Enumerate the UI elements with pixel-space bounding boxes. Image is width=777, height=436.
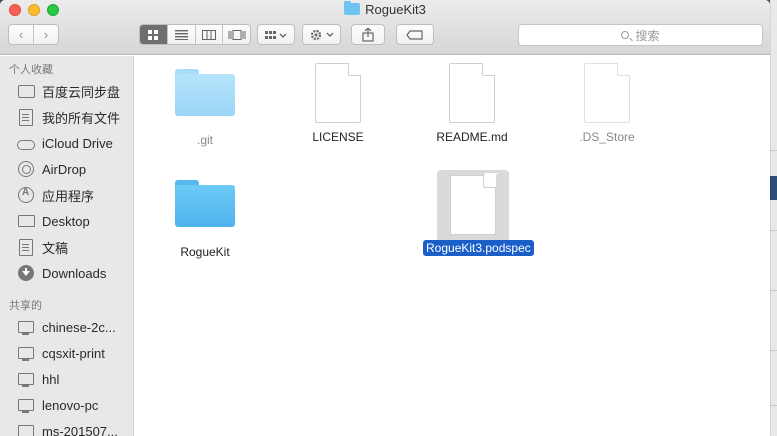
document-icon [17, 108, 35, 126]
monitor-icon [17, 423, 35, 436]
sidebar-item-label: 百度云同步盘 [42, 84, 121, 100]
sidebar-item-shared[interactable]: chinese-2c... [17, 316, 116, 338]
background-window-edge [770, 0, 777, 436]
sidebar-item-label: AirDrop [42, 161, 87, 177]
file-name: README.md [436, 130, 508, 144]
search-field[interactable]: 搜索 [518, 24, 763, 46]
monitor-icon [17, 345, 35, 361]
monitor-icon [17, 319, 35, 335]
file-name: .git [196, 133, 213, 147]
sidebar-item-label: 文稿 [42, 240, 69, 256]
cloud-icon [17, 135, 35, 151]
document-icon [449, 63, 495, 123]
file-name: .DS_Store [579, 130, 635, 144]
sidebar-item-shared[interactable]: cqsxit-print [17, 342, 105, 364]
document-icon [315, 63, 361, 123]
column-view-button[interactable] [194, 25, 223, 44]
tags-button[interactable] [396, 24, 434, 45]
arrange-button[interactable] [257, 24, 295, 45]
sidebar-item-shared[interactable]: hhl [17, 368, 59, 390]
file-item[interactable]: LICENSE [288, 63, 388, 146]
sidebar-item-label: 我的所有文件 [42, 110, 121, 126]
sidebar-item-shared[interactable]: lenovo-pc [17, 394, 98, 416]
sidebar-item-label: chinese-2c... [42, 319, 116, 335]
back-button[interactable]: ‹ [9, 25, 33, 44]
sidebar-item-desktop[interactable]: Desktop [17, 210, 90, 232]
sidebar-item-label: cqsxit-print [42, 345, 105, 361]
window-title-text: RogueKit3 [365, 2, 426, 17]
cover-flow-button[interactable] [222, 25, 250, 44]
folder-icon [344, 1, 361, 15]
file-item-selected[interactable]: RogueKit3.podspec [423, 175, 534, 257]
favorites-header: 个人收藏 [9, 64, 53, 76]
search-placeholder: 搜索 [635, 28, 660, 43]
columns-icon [201, 29, 216, 40]
forward-button[interactable]: › [33, 25, 58, 44]
toolbar: RogueKit3 ‹ › 搜索 [0, 0, 770, 55]
sidebar: 个人收藏 百度云同步盘 我的所有文件 iCloud Drive AirDrop … [0, 56, 134, 436]
sidebar-item-label: 应用程序 [42, 188, 95, 204]
file-name: RogueKit [180, 245, 230, 259]
icon-view-button[interactable] [140, 25, 167, 44]
sidebar-item-downloads[interactable]: Downloads [17, 262, 106, 284]
file-item[interactable]: README.md [422, 63, 522, 146]
window-title: RogueKit3 [0, 1, 770, 17]
sidebar-item-label: hhl [42, 371, 60, 387]
sidebar-item-label: Desktop [42, 213, 90, 229]
folder-icon [175, 69, 235, 116]
folder-icon [175, 180, 235, 227]
back-forward-control: ‹ › [8, 24, 59, 45]
folder-icon [17, 83, 35, 99]
monitor-icon [17, 397, 35, 413]
share-button[interactable] [351, 24, 385, 45]
sidebar-item-applications[interactable]: 应用程序 [17, 184, 94, 206]
list-view-button[interactable] [166, 25, 195, 44]
document-icon [17, 238, 35, 256]
file-name: LICENSE [312, 130, 364, 144]
file-item[interactable]: .DS_Store [557, 63, 657, 146]
sidebar-item-label: iCloud Drive [42, 135, 113, 151]
shared-header: 共享的 [9, 300, 42, 312]
desktop-icon [17, 213, 35, 229]
document-icon [584, 63, 630, 123]
airdrop-icon [17, 161, 35, 177]
file-item[interactable]: RogueKit [155, 180, 255, 261]
cover-flow-icon [228, 29, 246, 40]
monitor-icon [17, 371, 35, 387]
sidebar-item-baidu-sync[interactable]: 百度云同步盘 [17, 80, 120, 102]
tag-icon [406, 29, 423, 40]
applications-icon [17, 187, 35, 203]
sidebar-item-airdrop[interactable]: AirDrop [17, 158, 86, 180]
sidebar-item-label: Downloads [42, 265, 107, 281]
gear-icon [310, 29, 333, 40]
grid-icon [148, 29, 159, 40]
sidebar-item-icloud[interactable]: iCloud Drive [17, 132, 113, 154]
share-icon [362, 27, 374, 42]
action-button[interactable] [302, 24, 341, 45]
sidebar-item-all-files[interactable]: 我的所有文件 [17, 106, 120, 128]
document-icon [450, 175, 496, 235]
file-name: RogueKit3.podspec [423, 240, 534, 256]
download-icon [17, 265, 35, 281]
view-mode-control [139, 24, 251, 45]
sidebar-item-documents[interactable]: 文稿 [17, 236, 68, 258]
search-icon [621, 31, 630, 39]
finder-window: RogueKit3 ‹ › 搜索 个人收藏 百度云同步盘 我的所有文件 iClo… [0, 0, 770, 436]
sidebar-item-shared[interactable]: ms-201507... [17, 420, 118, 436]
sidebar-item-label: ms-201507... [42, 423, 118, 436]
list-icon [174, 29, 188, 40]
file-browser: .git LICENSE README.md .DS_Store RogueKi… [135, 56, 770, 436]
file-item[interactable]: .git [155, 69, 255, 149]
arrange-icon [265, 30, 287, 39]
sidebar-item-label: lenovo-pc [42, 397, 99, 413]
